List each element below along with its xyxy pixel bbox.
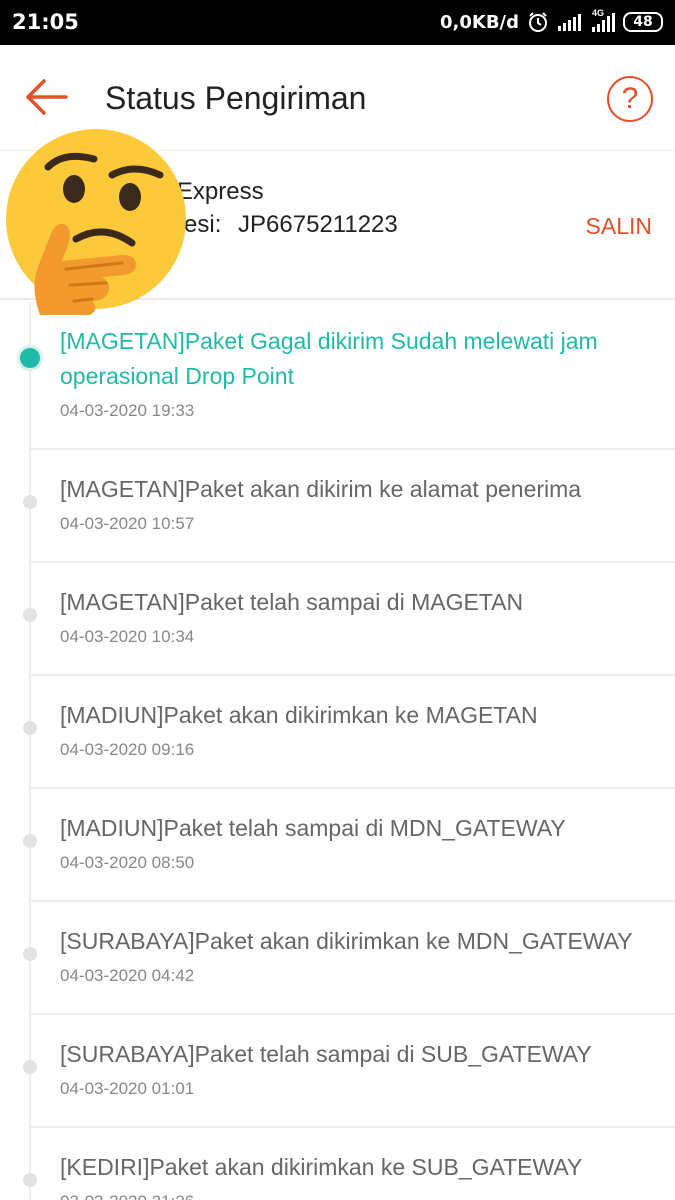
timeline-item: [SURABAYA]Paket telah sampai di SUB_GATE… bbox=[0, 1015, 675, 1128]
battery-icon: 48 bbox=[623, 12, 663, 32]
timeline-dot bbox=[23, 721, 37, 735]
tracking-timeline: [MAGETAN]Paket Gagal dikirim Sudah melew… bbox=[0, 302, 675, 1200]
status-bar: 21:05 0,0KB/d 4G 48 bbox=[0, 0, 675, 45]
alarm-icon bbox=[527, 11, 549, 33]
tracking-number: JP6675211223 bbox=[238, 211, 398, 238]
timeline-item: [MADIUN]Paket telah sampai di MDN_GATEWA… bbox=[0, 789, 675, 902]
timeline-timestamp: 04-03-2020 04:42 bbox=[60, 966, 195, 985]
timeline-timestamp: 04-03-2020 09:16 bbox=[60, 740, 195, 759]
timeline-timestamp: 04-03-2020 08:50 bbox=[60, 853, 195, 872]
timeline-status-text: [KEDIRI]Paket akan dikirimkan ke SUB_GAT… bbox=[60, 1154, 583, 1180]
timeline-status-text: [MAGETAN]Paket akan dikirim ke alamat pe… bbox=[60, 476, 582, 502]
timeline-timestamp: 03-03-2020 21:26 bbox=[60, 1192, 194, 1200]
help-button[interactable]: ? bbox=[607, 76, 653, 122]
timeline-item: [KEDIRI]Paket akan dikirimkan ke SUB_GAT… bbox=[0, 1128, 675, 1200]
status-icons: 0,0KB/d 4G 48 bbox=[440, 8, 663, 36]
timeline-timestamp: 04-03-2020 19:33 bbox=[60, 401, 195, 420]
page-title: Status Pengiriman bbox=[105, 80, 367, 116]
timeline-item: [MADIUN]Paket akan dikirimkan ke MAGETAN… bbox=[0, 676, 675, 789]
signal-icon bbox=[557, 13, 581, 31]
network-speed: 0,0KB/d bbox=[439, 11, 519, 33]
timeline-item: [MAGETAN]Paket telah sampai di MAGETAN 0… bbox=[0, 563, 675, 676]
timeline-item: [SURABAYA]Paket akan dikirimkan ke MDN_G… bbox=[0, 902, 675, 1015]
timeline-dot bbox=[23, 608, 37, 622]
arrow-left-icon bbox=[26, 79, 68, 115]
timeline-dot bbox=[23, 834, 37, 848]
timeline-dot bbox=[23, 1060, 37, 1074]
status-time: 21:05 bbox=[12, 10, 79, 34]
timeline-timestamp: 04-03-2020 01:01 bbox=[60, 1079, 195, 1098]
question-mark-icon: ? bbox=[621, 82, 639, 115]
timeline-dot bbox=[23, 947, 37, 961]
timeline-timestamp: 04-03-2020 10:34 bbox=[60, 627, 195, 646]
signal-4g-icon: 4G bbox=[589, 8, 615, 32]
timeline-status-text: [SURABAYA]Paket telah sampai di SUB_GATE… bbox=[60, 1041, 592, 1067]
timeline-item: [MAGETAN]Paket akan dikirim ke alamat pe… bbox=[0, 450, 675, 563]
copy-button[interactable]: SALIN bbox=[586, 213, 652, 240]
timeline-status-text: [MAGETAN]Paket telah sampai di MAGETAN bbox=[60, 589, 524, 615]
back-button[interactable] bbox=[22, 77, 70, 117]
thinking-face-emoji bbox=[6, 129, 186, 315]
timeline-status-text: [MADIUN]Paket telah sampai di MDN_GATEWA… bbox=[60, 815, 566, 841]
timeline-dot bbox=[23, 495, 37, 509]
timeline-timestamp: 04-03-2020 10:57 bbox=[60, 514, 195, 533]
timeline-status-text: [MADIUN]Paket akan dikirimkan ke MAGETAN bbox=[60, 702, 538, 728]
timeline-status-text: [SURABAYA]Paket akan dikirimkan ke MDN_G… bbox=[60, 928, 633, 954]
timeline-status-text: [MAGETAN]Paket Gagal dikirim Sudah melew… bbox=[60, 328, 598, 389]
timeline-dot-active bbox=[20, 348, 40, 368]
timeline-item: [MAGETAN]Paket Gagal dikirim Sudah melew… bbox=[0, 302, 675, 450]
timeline-dot bbox=[23, 1173, 37, 1187]
